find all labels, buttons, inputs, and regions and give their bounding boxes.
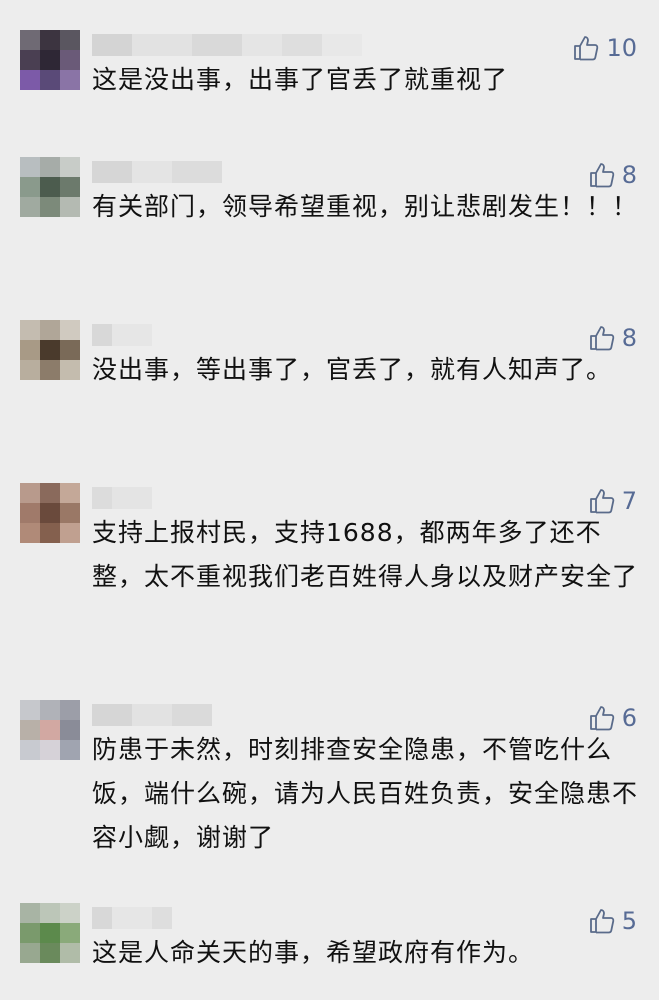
avatar[interactable] [20, 700, 80, 760]
comment-text: 支持上报村民，支持1688，都两年多了还不整，太不重视我们老百姓得人身以及财产安… [92, 518, 639, 591]
avatar[interactable] [20, 30, 80, 90]
comment-text: 这是人命关天的事，希望政府有作为。 [92, 938, 535, 967]
comment-text: 没出事，等出事了，官丢了，就有人知声了。 [92, 355, 613, 384]
nickname-pixelated [92, 907, 172, 929]
nickname-pixelated [92, 487, 152, 509]
comment-list: 10 这是没出事，出事了官丢了就重视了 8 有关部门，领导希望重视，别让悲剧发生… [0, 0, 659, 1000]
nickname-pixelated [92, 324, 152, 346]
avatar[interactable] [20, 157, 80, 217]
avatar[interactable] [20, 903, 80, 963]
comment-text: 这是没出事，出事了官丢了就重视了 [92, 65, 509, 94]
avatar[interactable] [20, 320, 80, 380]
nickname-pixelated [92, 161, 222, 183]
comment-text: 有关部门，领导希望重视，别让悲剧发生！！！ [92, 192, 639, 221]
nickname-pixelated [92, 704, 212, 726]
avatar[interactable] [20, 483, 80, 543]
comment-text: 防患于未然，时刻排查安全隐患，不管吃什么饭，端什么碗，请为人民百姓负责，安全隐患… [92, 735, 639, 852]
nickname-pixelated [92, 34, 362, 56]
